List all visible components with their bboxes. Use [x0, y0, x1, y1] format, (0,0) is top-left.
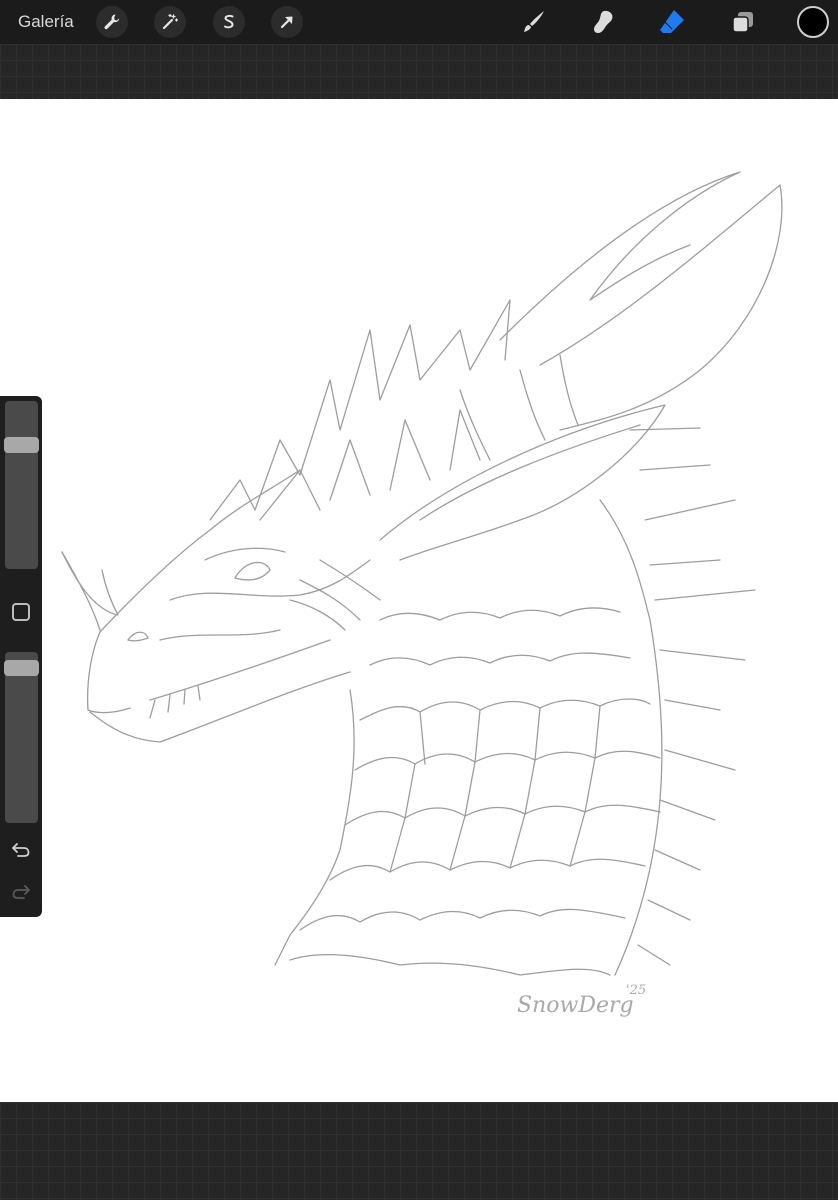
artist-signature: SnowDerg [517, 993, 634, 1018]
brush-icon [524, 11, 544, 32]
eraser-button[interactable] [656, 6, 688, 38]
drawing-canvas[interactable]: SnowDerg '25 [0, 99, 838, 1102]
signature-year: '25 [626, 983, 646, 998]
adjustments-button[interactable] [154, 6, 186, 38]
redo-button[interactable] [9, 879, 33, 903]
left-sidebar [0, 396, 42, 917]
selection-s-icon [224, 14, 234, 29]
brush-button[interactable] [518, 6, 550, 38]
eraser-icon [660, 10, 684, 33]
square-modifier-button[interactable] [12, 603, 30, 621]
layers-icon [732, 12, 753, 33]
workspace-background-top [0, 44, 838, 99]
undo-icon [12, 843, 30, 857]
smudge-finger-icon [594, 10, 613, 34]
brush-size-slider[interactable] [4, 401, 39, 569]
top-toolbar: Galería [0, 0, 838, 44]
selection-button[interactable] [213, 6, 245, 38]
smudge-button[interactable] [587, 6, 619, 38]
transform-button[interactable] [271, 6, 303, 38]
workspace-background-bottom [0, 1102, 838, 1200]
layers-button[interactable] [727, 6, 759, 38]
color-picker-button[interactable] [797, 6, 829, 38]
magic-wand-icon [162, 13, 179, 30]
dragon-sketch-artwork: SnowDerg '25 [61, 171, 783, 1018]
gallery-button[interactable]: Galería [18, 11, 74, 33]
redo-icon [12, 885, 30, 899]
actions-button[interactable] [96, 6, 128, 38]
arrow-cursor-icon [280, 16, 293, 29]
wrench-icon [104, 14, 120, 30]
undo-button[interactable] [9, 837, 33, 861]
opacity-slider[interactable] [4, 652, 39, 823]
opacity-slider-thumb[interactable] [4, 660, 39, 677]
brush-size-slider-thumb[interactable] [4, 437, 39, 454]
